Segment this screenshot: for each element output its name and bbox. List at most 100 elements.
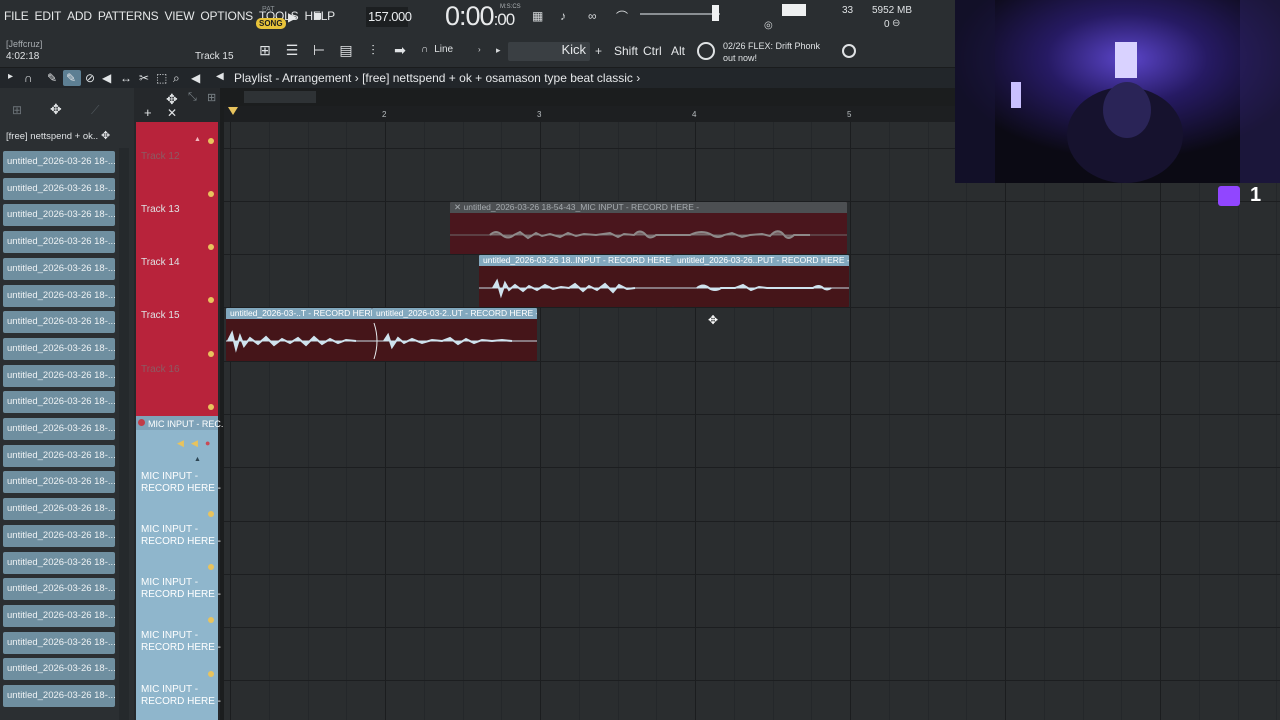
track-16-label[interactable]: Track 16 — [141, 364, 180, 375]
audio-clip[interactable]: ✕ untitled_2026-03-26 18-54-43_MIC INPUT… — [450, 202, 847, 254]
add-icon[interactable]: + — [144, 105, 152, 120]
record-arm-icon[interactable] — [138, 419, 145, 426]
mic-track-label[interactable]: MIC INPUT - RECORD HERE - — [141, 577, 221, 601]
track-led[interactable] — [208, 511, 214, 517]
collapse-icon[interactable]: ▲ — [194, 136, 201, 143]
close-icon[interactable]: ✕ — [167, 106, 177, 120]
news-panel[interactable]: 02/26 FLEX: Drift Phonk out now! — [723, 40, 820, 64]
clip-title[interactable]: untitled_2026-03-26 18..INPUT - RECORD H… — [479, 255, 673, 266]
browser-item[interactable]: untitled_2026-03-26 18-... — [3, 391, 115, 414]
menu-options[interactable]: OPTIONS — [200, 9, 253, 23]
collapse-icon[interactable]: ▲ — [194, 456, 201, 463]
arrow-right-icon[interactable]: ➡ — [389, 42, 411, 60]
pencil-icon[interactable]: ✎ — [47, 71, 57, 85]
browser-item[interactable]: untitled_2026-03-26 18-... — [3, 284, 115, 307]
speaker-icon[interactable]: ◀ — [177, 438, 184, 449]
menu-edit[interactable]: EDIT — [35, 9, 62, 23]
browser-item[interactable]: untitled_2026-03-26 18-... — [3, 337, 115, 360]
delete-icon[interactable]: ⊘ — [85, 71, 95, 85]
timeline-ruler[interactable] — [224, 106, 955, 122]
browser-item[interactable]: untitled_2026-03-26 18-... — [3, 177, 115, 200]
step-edit-icon[interactable]: ♪ — [560, 9, 566, 23]
browser-item[interactable]: untitled_2026-03-26 18-... — [3, 204, 115, 227]
browser-path[interactable]: [free] nettspend + ok.. — [6, 131, 98, 142]
tempo-field[interactable]: 157.000 — [366, 7, 412, 27]
clip-title[interactable]: untitled_2026-03-..T - RECORD HERE — [226, 308, 372, 319]
link-icon[interactable]: ⤡ — [188, 91, 197, 104]
mute-icon[interactable]: ◀ — [102, 71, 111, 85]
browser-icon[interactable]: ⫶ — [362, 42, 384, 60]
piano-roll-icon[interactable]: ⊢ — [308, 42, 330, 60]
browser-item[interactable]: untitled_2026-03-26 18-... — [3, 578, 115, 601]
play-button[interactable]: ▶ — [288, 10, 297, 24]
browser-link-icon[interactable]: ⟋ — [91, 103, 99, 118]
shift-key[interactable]: Shift — [614, 44, 638, 58]
eye-icon[interactable]: ◎ — [764, 20, 773, 31]
browser-item[interactable]: untitled_2026-03-26 18-... — [3, 257, 115, 280]
playlist-play-icon[interactable]: ◀ — [216, 71, 224, 82]
browser-item[interactable]: untitled_2026-03-26 18-... — [3, 151, 115, 173]
mic-track-name[interactable]: MIC INPUT - REC... — [148, 418, 228, 430]
pat-song-toggle[interactable]: PAT SONG — [255, 6, 286, 30]
instrument-field[interactable]: Kick — [508, 42, 590, 61]
metronome-icon[interactable]: ⌒ — [616, 8, 628, 25]
master-volume-slider[interactable] — [640, 13, 720, 15]
track-led[interactable] — [208, 564, 214, 570]
audio-clip[interactable]: untitled_2026-03-26..PUT - RECORD HERE - — [673, 255, 849, 307]
typing-keyboard-icon[interactable]: ▦ — [532, 9, 543, 23]
browser-item[interactable]: untitled_2026-03-26 18-... — [3, 364, 115, 387]
playhead-marker[interactable] — [228, 107, 238, 115]
horizontal-scrollbar[interactable] — [244, 91, 316, 103]
news-icon[interactable] — [697, 42, 715, 60]
globe-icon[interactable] — [842, 44, 856, 58]
mic-track-label[interactable]: MIC INPUT - RECORD HERE - — [141, 630, 221, 654]
menu-patterns[interactable]: PATTERNS — [98, 9, 159, 23]
track-13-label[interactable]: Track 13 — [141, 204, 180, 215]
chevron-right-icon[interactable]: › — [478, 45, 481, 54]
browser-item[interactable]: untitled_2026-03-26 18-... — [3, 631, 115, 654]
mic-track-label[interactable]: MIC INPUT - RECORD HERE - — [141, 471, 221, 495]
audio-clip[interactable]: untitled_2026-03-..T - RECORD HERE — [226, 308, 372, 361]
volume-icon[interactable]: ◀ — [191, 438, 198, 449]
playback-icon[interactable]: ◀ — [191, 71, 200, 85]
brush-icon[interactable]: ✎ — [66, 71, 76, 85]
mic-track-label[interactable]: MIC INPUT - RECORD HERE - — [141, 524, 221, 548]
clip-title[interactable]: untitled_2026-03-2..UT - RECORD HERE - — [372, 308, 537, 319]
track-group-blue[interactable] — [136, 416, 218, 720]
mic-track-label[interactable]: MIC INPUT - RECORD HERE - — [141, 684, 221, 708]
browser-item[interactable]: untitled_2026-03-26 18-... — [3, 551, 115, 574]
playlist-icon[interactable]: ☰ — [281, 42, 303, 60]
track-15-label[interactable]: Track 15 — [141, 310, 180, 321]
menu-add[interactable]: ADD — [67, 9, 92, 23]
track-led[interactable] — [208, 671, 214, 677]
browser-item[interactable]: untitled_2026-03-26 18-... — [3, 604, 115, 627]
track-14-label[interactable]: Track 14 — [141, 257, 180, 268]
track-led[interactable] — [208, 244, 214, 250]
mixer-icon[interactable]: ▤ — [335, 42, 357, 60]
stop-button[interactable]: ■ — [314, 8, 322, 23]
browser-item[interactable]: untitled_2026-03-26 18-... — [3, 685, 115, 707]
browser-item[interactable]: untitled_2026-03-26 18-... — [3, 444, 115, 467]
alt-key[interactable]: Alt — [671, 44, 685, 58]
slice-icon[interactable]: ✂ — [139, 71, 149, 85]
browser-item[interactable]: untitled_2026-03-26 18-... — [3, 418, 115, 440]
track-led[interactable] — [208, 138, 214, 144]
browser-item[interactable]: untitled_2026-03-26 18-... — [3, 658, 115, 681]
menu-file[interactable]: FILE — [4, 9, 29, 23]
audio-clip[interactable]: untitled_2026-03-2..UT - RECORD HERE - — [372, 308, 537, 361]
grid-icon[interactable]: ⊞ — [207, 91, 216, 104]
remove-icon[interactable]: ● — [205, 438, 210, 448]
track-led[interactable] — [208, 351, 214, 357]
play-small-icon[interactable]: ▸ — [496, 45, 501, 56]
track-led[interactable] — [208, 404, 214, 410]
add-icon[interactable]: + — [595, 44, 602, 58]
audio-clip[interactable]: untitled_2026-03-26 18..INPUT - RECORD H… — [479, 255, 673, 307]
arrow-right-icon[interactable]: ▸ — [8, 71, 13, 82]
track-led[interactable] — [208, 617, 214, 623]
clip-title[interactable]: untitled_2026-03-26..PUT - RECORD HERE - — [673, 255, 849, 266]
master-volume-handle[interactable] — [712, 5, 719, 21]
browser-item[interactable]: untitled_2026-03-26 18-... — [3, 471, 115, 494]
browser-item[interactable]: untitled_2026-03-26 18-... — [3, 311, 115, 334]
track-12-label[interactable]: Track 12 — [141, 151, 180, 162]
browser-options-icon[interactable]: ✥ — [101, 129, 110, 142]
